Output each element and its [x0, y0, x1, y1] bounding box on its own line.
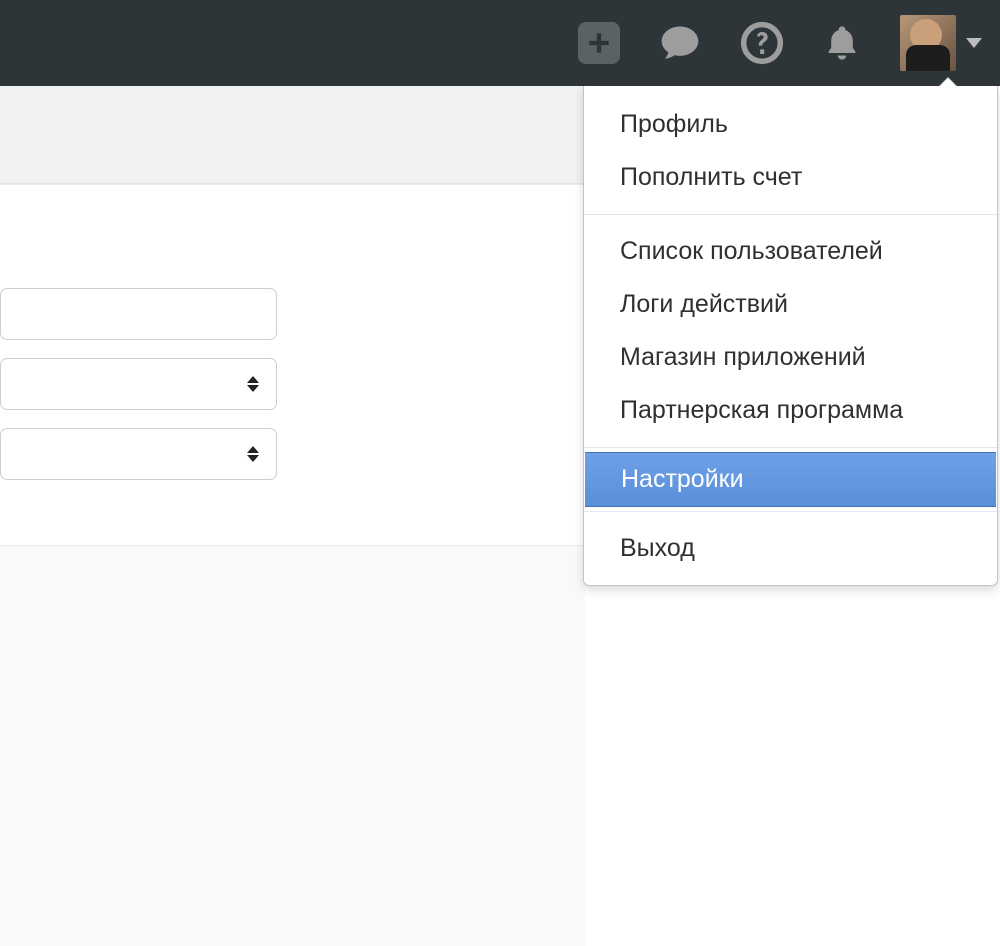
menu-item-logs[interactable]: Логи действий [584, 278, 997, 331]
form-area [0, 288, 280, 498]
page-body-spacer [0, 546, 585, 946]
dropdown-group-account: Профиль Пополнить счет [584, 92, 997, 210]
menu-item-topup[interactable]: Пополнить счет [584, 151, 997, 204]
menu-item-affiliate[interactable]: Партнерская программа [584, 384, 997, 437]
chat-icon [658, 21, 702, 65]
dropdown-separator [584, 447, 997, 448]
create-button[interactable] [578, 22, 620, 64]
select-1-wrap [0, 358, 277, 410]
dropdown-separator [584, 214, 997, 215]
dropdown-separator [584, 511, 997, 512]
help-icon [740, 21, 784, 65]
top-bar [0, 0, 1000, 86]
dropdown-group-exit: Выход [584, 516, 997, 581]
chat-button[interactable] [658, 21, 702, 65]
menu-item-app-store[interactable]: Магазин приложений [584, 331, 997, 384]
dropdown-group-admin: Список пользователей Логи действий Магаз… [584, 219, 997, 443]
user-dropdown: Профиль Пополнить счет Список пользовате… [583, 86, 998, 586]
select-2-wrap [0, 428, 277, 480]
select-1[interactable] [0, 358, 277, 410]
avatar [900, 15, 956, 71]
menu-item-settings[interactable]: Настройки [585, 452, 996, 507]
page-header-spacer [0, 86, 585, 184]
menu-item-users[interactable]: Список пользователей [584, 225, 997, 278]
plus-icon [586, 30, 612, 56]
text-input[interactable] [0, 288, 277, 340]
notifications-button[interactable] [822, 23, 862, 63]
select-2[interactable] [0, 428, 277, 480]
bell-icon [822, 23, 862, 63]
menu-item-logout[interactable]: Выход [584, 522, 997, 575]
user-menu-toggle[interactable] [900, 15, 982, 71]
caret-down-icon [966, 38, 982, 48]
menu-item-profile[interactable]: Профиль [584, 98, 997, 151]
help-button[interactable] [740, 21, 784, 65]
